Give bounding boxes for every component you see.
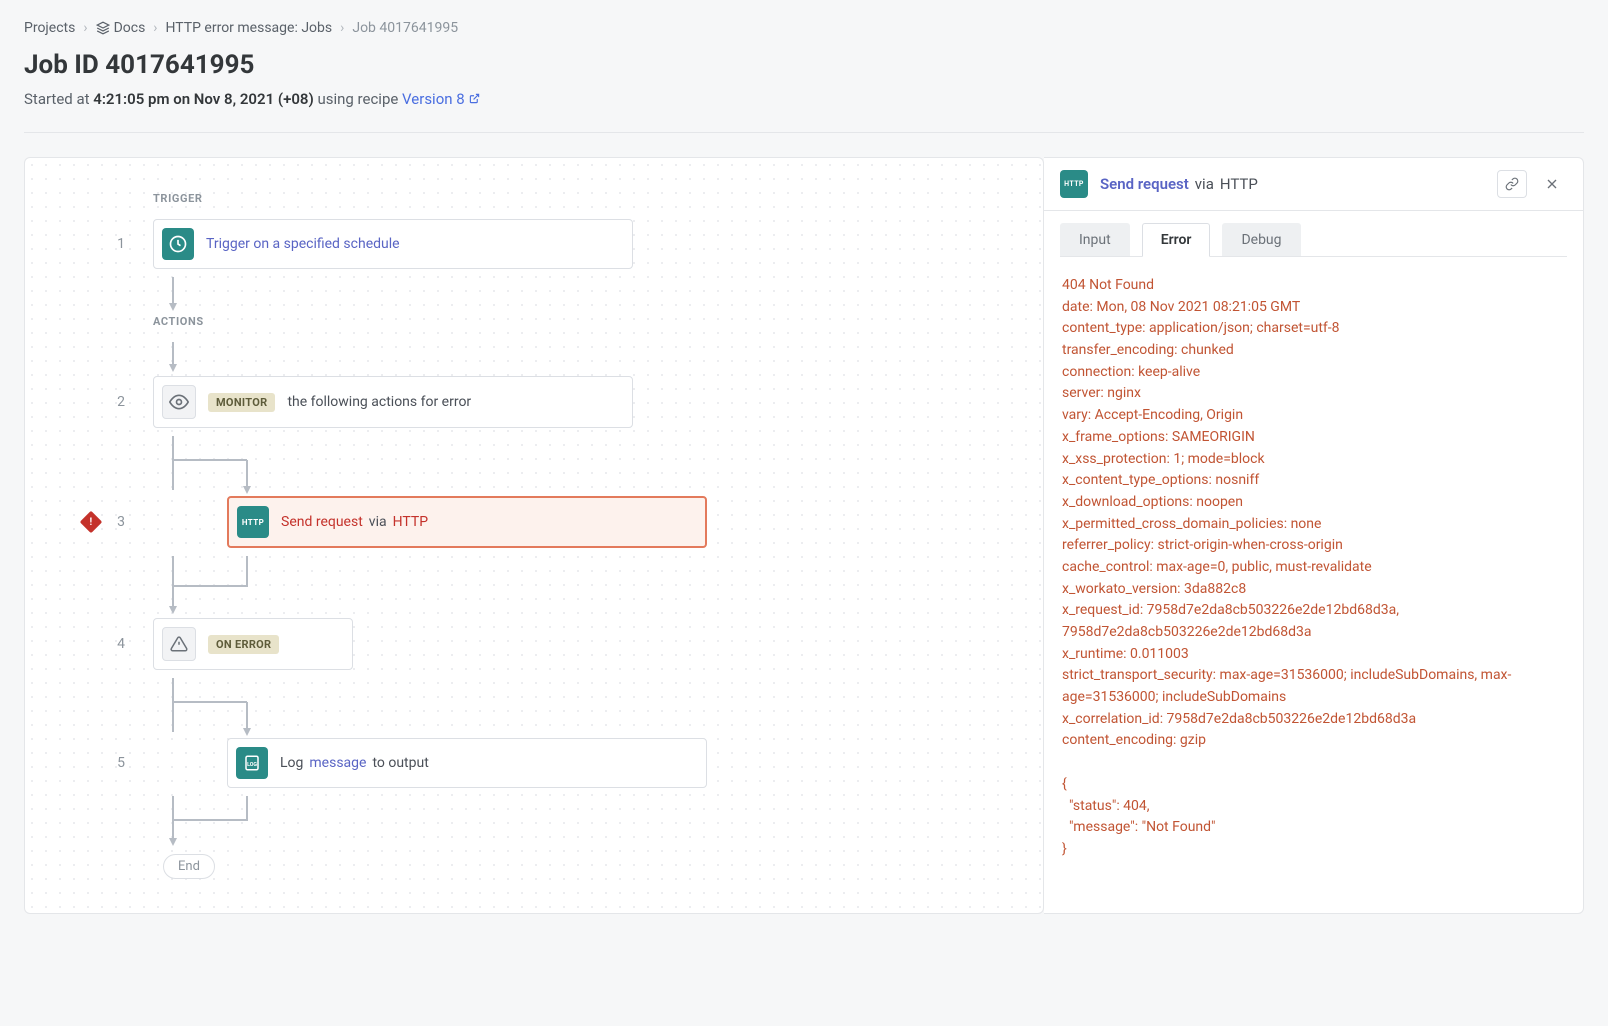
job-subline: Started at 4:21:05 pm on Nov 8, 2021 (+0…	[24, 90, 1584, 108]
tab-error[interactable]: Error	[1142, 223, 1211, 257]
stack-icon	[96, 21, 110, 35]
svg-text:LOG: LOG	[247, 762, 257, 768]
step-number: 1	[117, 236, 125, 252]
detail-title-mid: via	[1195, 175, 1214, 193]
breadcrumb-projects[interactable]: Projects	[24, 20, 75, 36]
step-log-message[interactable]: LOG Log message to output	[227, 738, 707, 788]
chevron-right-icon: ›	[340, 20, 344, 36]
subline-mid: using recipe	[314, 90, 402, 108]
detail-title-pre: Send request	[1100, 175, 1189, 193]
step-log-post: to output	[372, 755, 428, 771]
step-trigger[interactable]: Trigger on a specified schedule	[153, 219, 633, 269]
recipe-version-label: Version 8	[402, 90, 465, 108]
http-icon: HTTP	[1060, 170, 1088, 198]
step-trigger-label: Trigger on a specified schedule	[206, 236, 400, 252]
monitor-tag: MONITOR	[208, 393, 275, 412]
breadcrumb-docs-label: Docs	[114, 20, 146, 36]
detail-pane: HTTP Send request via HTTP Input	[1044, 157, 1584, 914]
error-icon: !	[80, 511, 103, 534]
step-log-link: message	[309, 755, 366, 771]
end-pill: End	[163, 854, 215, 879]
flow-pane: TRIGGER 1 Trigger on a specified schedul…	[24, 157, 1044, 914]
step-monitor[interactable]: MONITOR the following actions for error	[153, 376, 633, 428]
breadcrumb-docs[interactable]: Docs	[96, 20, 146, 36]
page-title: Job ID 4017641995	[24, 50, 1584, 80]
detail-title-post: HTTP	[1220, 175, 1258, 193]
step-number: 5	[117, 755, 125, 771]
step-number: 2	[117, 394, 125, 410]
warning-icon	[162, 627, 196, 661]
chevron-right-icon: ›	[83, 20, 87, 36]
breadcrumb-current: Job 4017641995	[352, 20, 458, 36]
detail-tabs: Input Error Debug	[1044, 211, 1583, 257]
subline-time: 4:21:05 pm on Nov 8, 2021 (+08)	[93, 90, 313, 108]
step-send-request-post: HTTP	[393, 514, 428, 530]
breadcrumb: Projects › Docs › HTTP error message: Jo…	[24, 20, 1584, 36]
step-send-request-mid: via	[369, 514, 387, 530]
subline-prefix: Started at	[24, 90, 93, 108]
tab-debug[interactable]: Debug	[1222, 223, 1300, 257]
divider	[24, 132, 1584, 133]
tab-input[interactable]: Input	[1060, 223, 1130, 257]
link-icon	[1505, 177, 1519, 191]
step-number: 3	[117, 514, 125, 530]
clock-icon	[162, 228, 194, 260]
external-link-icon	[469, 93, 480, 104]
http-icon: HTTP	[237, 506, 269, 538]
step-monitor-label: the following actions for error	[287, 394, 471, 410]
log-icon: LOG	[236, 747, 268, 779]
close-button[interactable]	[1537, 170, 1567, 198]
recipe-version-link[interactable]: Version 8	[402, 90, 480, 108]
step-send-request[interactable]: HTTP Send request via HTTP	[227, 496, 707, 548]
step-number: 4	[117, 636, 125, 652]
step-send-request-pre: Send request	[281, 514, 363, 530]
error-output: 404 Not Found date: Mon, 08 Nov 2021 08:…	[1044, 257, 1583, 879]
chevron-right-icon: ›	[153, 20, 157, 36]
step-on-error[interactable]: ON ERROR	[153, 618, 353, 670]
trigger-section-label: TRIGGER	[153, 192, 1019, 205]
eye-icon	[162, 385, 196, 419]
actions-section-label: ACTIONS	[153, 315, 1019, 328]
on-error-tag: ON ERROR	[208, 635, 279, 654]
step-log-pre: Log	[280, 755, 303, 771]
close-icon	[1544, 176, 1560, 192]
copy-link-button[interactable]	[1497, 170, 1527, 198]
breadcrumb-recipe[interactable]: HTTP error message: Jobs	[166, 20, 333, 36]
